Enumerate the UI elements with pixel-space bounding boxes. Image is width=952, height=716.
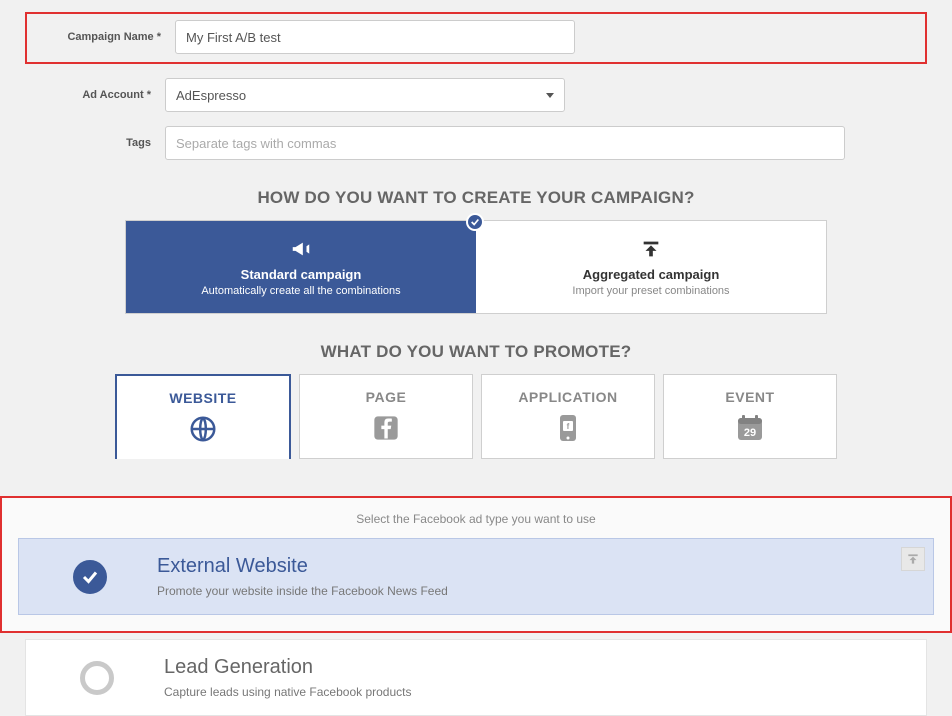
campaign-type-row: Standard campaign Automatically create a…: [125, 220, 827, 314]
tags-input[interactable]: [165, 126, 845, 160]
promote-heading: WHAT DO YOU WANT TO PROMOTE?: [25, 342, 927, 362]
campaign-type-standard[interactable]: Standard campaign Automatically create a…: [126, 221, 476, 313]
chevron-down-icon: [546, 93, 554, 98]
adtype-hint: Select the Facebook ad type you want to …: [18, 512, 934, 526]
campaign-type-aggregated-title: Aggregated campaign: [486, 267, 816, 282]
tab-application-label: APPLICATION: [490, 389, 646, 405]
tab-event-label: EVENT: [672, 389, 828, 405]
adtype-external-website[interactable]: External Website Promote your website in…: [18, 538, 934, 615]
campaign-name-input[interactable]: [175, 20, 575, 54]
adtype-panel-highlight: Select the Facebook ad type you want to …: [0, 496, 952, 633]
tags-label: Tags: [25, 137, 165, 149]
adtype-external-desc: Promote your website inside the Facebook…: [157, 584, 448, 598]
campaign-name-row: Campaign Name *: [35, 20, 917, 54]
svg-text:f: f: [567, 422, 570, 431]
radio-unselected-icon: [80, 661, 114, 695]
promote-tabs: WEBSITE PAGE APPLICATION f EVENT 29: [115, 374, 837, 459]
facebook-icon: [308, 411, 464, 445]
create-campaign-heading: HOW DO YOU WANT TO CREATE YOUR CAMPAIGN?: [25, 188, 927, 208]
adtype-external-text: External Website Promote your website in…: [157, 555, 448, 598]
mobile-app-icon: f: [490, 411, 646, 445]
adtype-lead-generation[interactable]: Lead Generation Capture leads using nati…: [25, 639, 927, 716]
globe-icon: [125, 412, 281, 446]
adtype-leadgen-text: Lead Generation Capture leads using nati…: [164, 656, 411, 699]
upload-icon: [486, 235, 816, 263]
calendar-icon: 29: [672, 411, 828, 445]
radio-selected-icon: [73, 560, 107, 594]
campaign-name-label: Campaign Name *: [35, 31, 175, 43]
megaphone-icon: [136, 235, 466, 263]
adtype-leadgen-desc: Capture leads using native Facebook prod…: [164, 685, 411, 699]
upload-icon: [901, 547, 925, 571]
campaign-name-highlight: Campaign Name *: [25, 12, 927, 64]
adtype-below-wrap: Lead Generation Capture leads using nati…: [25, 639, 927, 716]
tab-page[interactable]: PAGE: [299, 374, 473, 459]
adtype-leadgen-title: Lead Generation: [164, 656, 411, 679]
tags-row: Tags: [25, 126, 927, 160]
ad-account-value: AdEspresso: [176, 88, 246, 103]
svg-text:29: 29: [744, 427, 756, 439]
campaign-type-standard-title: Standard campaign: [136, 267, 466, 282]
adtype-external-title: External Website: [157, 555, 448, 578]
campaign-type-aggregated-subtitle: Import your preset combinations: [486, 285, 816, 297]
ad-account-select[interactable]: AdEspresso: [165, 78, 565, 112]
tab-page-label: PAGE: [308, 389, 464, 405]
tab-event[interactable]: EVENT 29: [663, 374, 837, 459]
campaign-type-aggregated[interactable]: Aggregated campaign Import your preset c…: [476, 221, 826, 313]
tab-website[interactable]: WEBSITE: [115, 374, 291, 459]
campaign-type-standard-subtitle: Automatically create all the combination…: [136, 285, 466, 297]
ad-account-row: Ad Account * AdEspresso: [25, 78, 927, 112]
tab-application[interactable]: APPLICATION f: [481, 374, 655, 459]
tab-website-label: WEBSITE: [125, 390, 281, 406]
ad-account-label: Ad Account *: [25, 89, 165, 101]
